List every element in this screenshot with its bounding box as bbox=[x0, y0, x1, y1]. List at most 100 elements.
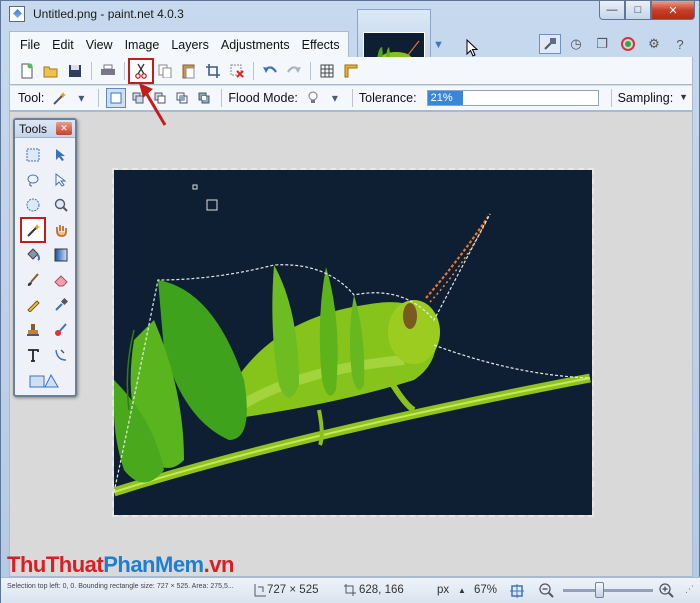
flood-mode-label: Flood Mode: bbox=[228, 91, 298, 105]
ellipse-select-icon[interactable] bbox=[22, 194, 44, 216]
maximize-button[interactable]: □ bbox=[625, 1, 651, 20]
settings-gear-icon[interactable]: ⚙ bbox=[643, 34, 665, 54]
gradient-icon[interactable] bbox=[50, 244, 72, 266]
toolbar-separator bbox=[253, 61, 254, 80]
pan-icon[interactable] bbox=[50, 219, 72, 241]
tool-label: Tool: bbox=[18, 91, 45, 105]
canvas-workspace[interactable] bbox=[9, 111, 693, 577]
mouse-cursor-icon bbox=[466, 39, 478, 57]
grid-icon[interactable] bbox=[316, 60, 338, 82]
image-size: 727 × 525 bbox=[267, 584, 319, 596]
grasshopper-image bbox=[114, 184, 591, 497]
print-icon[interactable] bbox=[97, 60, 119, 82]
status-bar: Selection top left: 0, 0. Bounding recta… bbox=[1, 577, 700, 603]
redo-icon[interactable] bbox=[283, 60, 305, 82]
window-title: Untitled.png - paint.net 4.0.3 bbox=[33, 7, 184, 21]
history-icon[interactable]: ◷ bbox=[565, 34, 587, 54]
selection-intersect-icon[interactable] bbox=[172, 88, 192, 108]
tools-window[interactable]: Tools ✕ bbox=[13, 118, 77, 397]
zoom-slider-thumb[interactable] bbox=[595, 582, 604, 598]
zoom-value[interactable]: 67% bbox=[474, 584, 497, 596]
tools-toggle-icon[interactable] bbox=[539, 34, 561, 54]
tools-close-button[interactable]: ✕ bbox=[56, 122, 72, 135]
close-button[interactable]: ✕ bbox=[651, 1, 695, 20]
window-tools: ◷ ❐ ⚙ ? bbox=[539, 34, 691, 54]
rectangle-select-icon[interactable] bbox=[22, 144, 44, 166]
menu-edit[interactable]: Edit bbox=[46, 38, 80, 52]
zoom-in-icon[interactable] bbox=[659, 583, 675, 599]
site-watermark: ThuThuatPhanMem.vn bbox=[7, 552, 234, 577]
image-canvas[interactable] bbox=[112, 168, 594, 517]
units-selector[interactable]: px bbox=[437, 584, 449, 596]
tool-dropdown-icon[interactable]: ▾ bbox=[71, 88, 91, 108]
tool-options-bar: Tool: ▾ Flood Mode: ▾ Tolerance: 21% Sam… bbox=[9, 85, 693, 111]
zoom-to-window-icon[interactable] bbox=[509, 583, 525, 599]
line-curve-icon[interactable] bbox=[50, 344, 72, 366]
tools-window-header[interactable]: Tools ✕ bbox=[15, 120, 75, 138]
toolbar-separator bbox=[124, 61, 125, 80]
open-icon[interactable] bbox=[40, 60, 62, 82]
save-icon[interactable] bbox=[64, 60, 86, 82]
shapes-icon[interactable] bbox=[22, 369, 66, 391]
toolbar-separator bbox=[91, 61, 92, 80]
tolerance-slider[interactable]: 21% bbox=[426, 90, 599, 106]
main-toolbar bbox=[9, 57, 693, 85]
colors-icon[interactable] bbox=[617, 34, 639, 54]
menu-bar: File Edit View Image Layers Adjustments … bbox=[9, 31, 349, 57]
resize-grip-icon[interactable]: ⋰ bbox=[685, 584, 694, 595]
copy-icon[interactable] bbox=[154, 60, 176, 82]
app-window: Untitled.png - paint.net 4.0.3 — □ ✕ Fil… bbox=[0, 0, 700, 603]
cursor-position: 628, 166 bbox=[359, 584, 404, 596]
flood-mode-dropdown-icon[interactable]: ▾ bbox=[325, 88, 345, 108]
annotation-arrow-icon bbox=[139, 83, 167, 126]
deselect-icon[interactable] bbox=[226, 60, 248, 82]
overflow-chevron-icon[interactable]: ▼ bbox=[679, 92, 688, 102]
magic-wand-icon[interactable] bbox=[20, 217, 46, 243]
paste-icon[interactable] bbox=[178, 60, 200, 82]
layers-icon[interactable]: ❐ bbox=[591, 34, 613, 54]
menu-file[interactable]: File bbox=[14, 38, 46, 52]
zoom-slider[interactable] bbox=[563, 589, 653, 592]
undo-icon[interactable] bbox=[259, 60, 281, 82]
color-picker-icon[interactable] bbox=[50, 294, 72, 316]
image-size-icon bbox=[254, 584, 266, 597]
ruler-icon[interactable] bbox=[340, 60, 362, 82]
menu-layers[interactable]: Layers bbox=[165, 38, 215, 52]
tolerance-value: 21% bbox=[430, 92, 453, 104]
selection-xor-icon[interactable] bbox=[194, 88, 214, 108]
eraser-icon[interactable] bbox=[50, 269, 72, 291]
pencil-icon[interactable] bbox=[22, 294, 44, 316]
cursor-position-icon bbox=[344, 584, 356, 596]
menu-adjustments[interactable]: Adjustments bbox=[215, 38, 296, 52]
clone-stamp-icon[interactable] bbox=[22, 319, 44, 341]
tools-window-title: Tools bbox=[19, 122, 48, 136]
menu-effects[interactable]: Effects bbox=[296, 38, 346, 52]
menu-image[interactable]: Image bbox=[119, 38, 166, 52]
zoom-out-icon[interactable] bbox=[539, 583, 555, 599]
move-selection-icon[interactable] bbox=[50, 144, 72, 166]
flood-mode-bulb-icon[interactable] bbox=[303, 88, 323, 108]
selection-info: Selection top left: 0, 0. Bounding recta… bbox=[7, 583, 234, 590]
app-icon bbox=[9, 6, 25, 22]
current-tool-magic-wand-icon[interactable] bbox=[49, 88, 69, 108]
paint-bucket-icon[interactable] bbox=[22, 244, 44, 266]
tool-grid bbox=[15, 138, 75, 391]
minimize-button[interactable]: — bbox=[599, 1, 625, 20]
move-selected-icon[interactable] bbox=[50, 169, 72, 191]
lasso-select-icon[interactable] bbox=[22, 169, 44, 191]
cut-icon[interactable] bbox=[128, 57, 154, 84]
sampling-label: Sampling: bbox=[617, 91, 674, 105]
paintbrush-icon[interactable] bbox=[22, 269, 44, 291]
menu-view[interactable]: View bbox=[80, 38, 119, 52]
units-dropdown-icon[interactable]: ▲ bbox=[458, 586, 466, 595]
title-bar: Untitled.png - paint.net 4.0.3 — □ ✕ bbox=[1, 1, 700, 29]
window-controls: — □ ✕ bbox=[599, 1, 695, 21]
new-icon[interactable] bbox=[16, 60, 38, 82]
recolor-icon[interactable] bbox=[50, 319, 72, 341]
zoom-icon[interactable] bbox=[50, 194, 72, 216]
text-icon[interactable] bbox=[22, 344, 44, 366]
tab-dropdown-icon[interactable]: ▼ bbox=[433, 39, 444, 51]
help-icon[interactable]: ? bbox=[669, 34, 691, 54]
selection-replace-icon[interactable] bbox=[106, 88, 127, 108]
crop-icon[interactable] bbox=[202, 60, 224, 82]
